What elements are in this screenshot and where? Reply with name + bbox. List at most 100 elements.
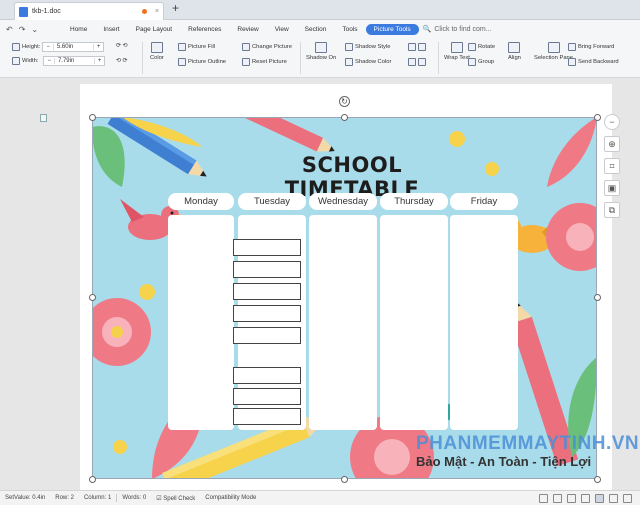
menu-home[interactable]: Home [62, 26, 95, 33]
command-search[interactable]: 🔍 Click to find com... [423, 25, 492, 34]
group-icon [468, 58, 476, 66]
height-stepper[interactable]: − 5.60in + [42, 42, 105, 52]
menu-bar: ↶ ↷ ⌄ Home Insert Page Layout References… [0, 20, 640, 38]
selection-pane-icon [547, 42, 560, 53]
menu-insert[interactable]: Insert [95, 26, 127, 33]
width-icon [12, 57, 20, 65]
picture-fill-label: Picture Fill [188, 44, 216, 50]
collapse-icon[interactable]: − [604, 114, 620, 130]
resize-handle[interactable] [594, 294, 601, 301]
rotate-handle-icon[interactable]: ↻ [339, 96, 350, 107]
tab-picture-tools[interactable]: Picture Tools [365, 23, 419, 35]
crop-icon[interactable]: ⌗ [604, 158, 620, 174]
timetable-cell[interactable] [233, 305, 301, 322]
view-print-layout-icon[interactable] [595, 493, 604, 503]
shadow-on-label: Shadow On [306, 55, 337, 61]
undo-icon[interactable]: ↶ [6, 25, 13, 34]
change-picture-button[interactable]: Change Picture [242, 43, 292, 51]
document-name: tkb-1.doc [32, 8, 61, 15]
picture-to-text-icon[interactable]: ⧉ [604, 202, 620, 218]
rotate-button[interactable]: Rotate [468, 43, 495, 51]
reset-picture-button[interactable]: Reset Picture [242, 58, 287, 66]
send-backward-button[interactable]: Send Backward [568, 58, 619, 66]
writer-doc-icon [19, 6, 28, 17]
shadow-color-button[interactable]: Shadow Color [345, 58, 391, 66]
title-bar: tkb-1.doc × + [0, 0, 640, 20]
picture-fill-icon [178, 43, 186, 51]
navigation-pane-icon[interactable] [40, 114, 47, 122]
zoom-icon[interactable]: ⊕ [604, 136, 620, 152]
spell-check-button[interactable]: ☑ Spell Check [151, 495, 200, 502]
resize-handle[interactable] [341, 476, 348, 483]
width-value[interactable]: 7.79in [53, 58, 95, 64]
width-stepper[interactable]: − 7.79in + [43, 56, 106, 66]
timetable-cell[interactable] [233, 327, 301, 344]
status-words[interactable]: Words: 0 [117, 495, 151, 501]
timetable-cell[interactable] [233, 283, 301, 300]
timetable-cell[interactable] [233, 388, 301, 405]
width-increment[interactable]: + [95, 58, 105, 64]
resize-handle[interactable] [341, 114, 348, 121]
wrap-text-button[interactable]: Wrap Text [444, 42, 470, 61]
pink-flower-icon [92, 298, 151, 366]
menu-section[interactable]: Section [297, 26, 335, 33]
menu-review[interactable]: Review [229, 26, 266, 33]
height-value[interactable]: 5.60in [52, 44, 94, 50]
reset-picture-icon [242, 58, 250, 66]
width-decrement[interactable]: − [44, 58, 54, 64]
menu-tools[interactable]: Tools [334, 26, 365, 33]
nudge-down-icon[interactable] [418, 58, 426, 66]
picture-fill-button[interactable]: Picture Fill [178, 43, 215, 51]
color-button[interactable]: Color [150, 42, 164, 61]
close-tab-icon[interactable]: × [155, 8, 159, 15]
menu-view[interactable]: View [267, 26, 297, 33]
menu-page-layout[interactable]: Page Layout [128, 26, 181, 33]
crop-shape-icon[interactable]: ⟳ ⟲ [116, 43, 127, 49]
height-increment[interactable]: + [94, 44, 104, 50]
resize-handle[interactable] [89, 476, 96, 483]
shadow-nudge-tools[interactable] [408, 43, 426, 51]
view-full-icon[interactable] [609, 493, 618, 503]
resize-handle[interactable] [594, 114, 601, 121]
watermark: PHANMEMMAYTINH.VN Bảo Mật - An Toàn - Ti… [416, 433, 640, 469]
align-button[interactable]: Align [508, 42, 521, 61]
layout-options-icon[interactable]: ▣ [604, 180, 620, 196]
resize-handle[interactable] [89, 294, 96, 301]
timetable-cell[interactable] [233, 367, 301, 384]
shadow-nudge-tools-2[interactable] [408, 58, 426, 66]
height-decrement[interactable]: − [43, 44, 53, 50]
shadow-on-button[interactable]: Shadow On [306, 42, 336, 61]
effect-tools[interactable]: ⟲ ⟳ [116, 58, 127, 64]
timetable-cell[interactable] [233, 408, 301, 425]
effects-icon[interactable]: ⟲ ⟳ [116, 58, 127, 64]
redo-icon[interactable]: ↷ [19, 25, 26, 34]
status-setvalue: SetValue: 0.4in [5, 495, 46, 501]
bring-forward-button[interactable]: Bring Forward [568, 43, 614, 51]
rotate-label: Rotate [478, 44, 496, 50]
view-read-icon[interactable] [539, 493, 548, 503]
small-yellow-flower-icon [139, 284, 155, 300]
nudge-up-icon[interactable] [408, 58, 416, 66]
picture-outline-button[interactable]: Picture Outline [178, 58, 226, 66]
zoom-out-icon[interactable] [623, 493, 632, 503]
nudge-right-icon[interactable] [418, 43, 426, 51]
nudge-left-icon[interactable] [408, 43, 416, 51]
timetable-cell[interactable] [233, 261, 301, 278]
document-tab[interactable]: tkb-1.doc × [14, 2, 164, 20]
view-focus-icon[interactable] [581, 493, 590, 503]
view-outline-icon[interactable] [553, 493, 562, 503]
group-button[interactable]: Group [468, 58, 494, 66]
height-label: Height: [22, 44, 41, 50]
timetable-picture[interactable]: SCHOOL TIMETABLE Monday Tuesday Wednesda… [92, 117, 597, 479]
picture-outline-label: Picture Outline [188, 59, 227, 65]
view-web-icon[interactable] [567, 493, 576, 503]
timetable-cell[interactable] [233, 239, 301, 256]
resize-handle[interactable] [89, 114, 96, 121]
menu-references[interactable]: References [180, 26, 229, 33]
crop-tools[interactable]: ⟳ ⟲ [116, 43, 127, 49]
resize-handle[interactable] [594, 476, 601, 483]
picture-quick-tools: − ⊕ ⌗ ▣ ⧉ [603, 114, 621, 218]
more-icon[interactable]: ⌄ [31, 25, 38, 34]
shadow-style-button[interactable]: Shadow Style [345, 43, 390, 51]
new-tab-button[interactable]: + [172, 1, 179, 15]
